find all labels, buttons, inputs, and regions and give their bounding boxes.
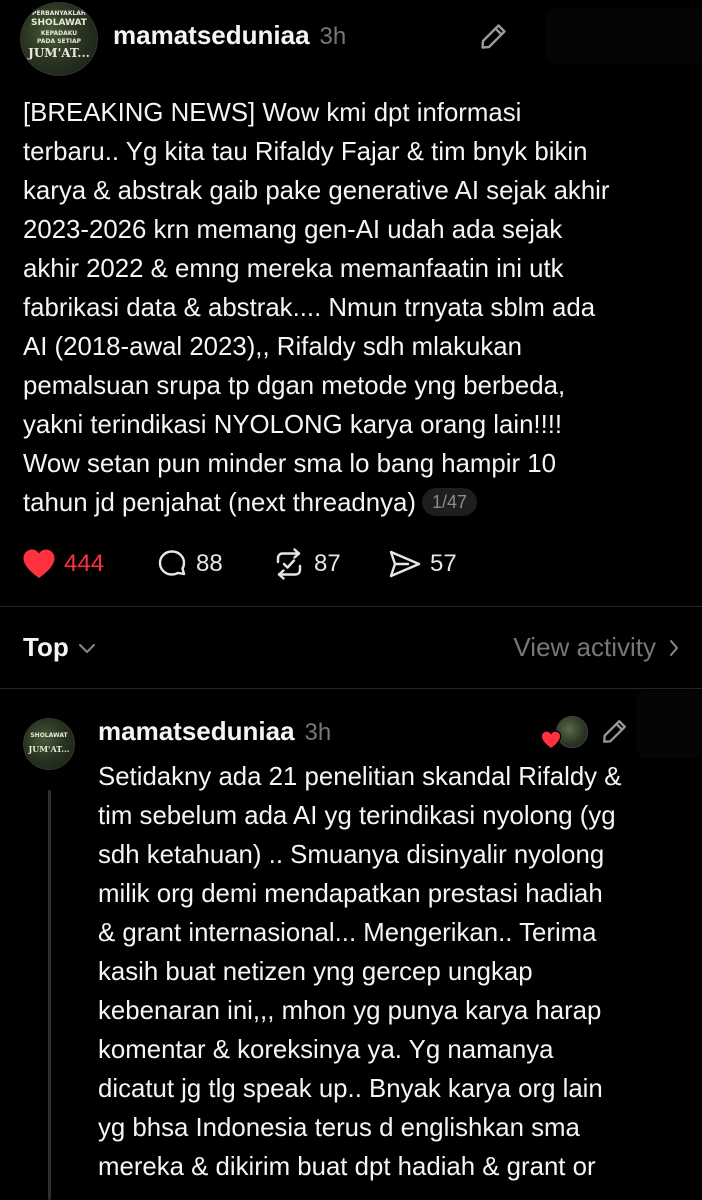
avatar[interactable]: PERBANYAKLAH SHOLAWAT KEPADAKU PADA SETI… [20,2,98,76]
reply-time: 3h [304,719,332,746]
repost-button[interactable]: 87 [272,548,341,580]
view-activity-link[interactable]: View activity [513,632,680,663]
like-button[interactable]: 444 [22,548,104,580]
redacted-area [636,690,702,758]
avatar-text-5: JUM'AT... [28,46,90,60]
like-count: 444 [64,550,105,577]
post-time: 3h [319,23,347,50]
divider [0,606,702,607]
avatar-text-2: JUM'AT... [28,744,70,754]
sort-label: Top [23,632,69,662]
avatar-text-1: PERBANYAKLAH [32,10,86,17]
repost-icon [276,548,302,580]
sort-dropdown[interactable]: Top [23,632,97,663]
reply-username[interactable]: mamatseduniaa [98,716,295,747]
avatar-text-1: SHOLAWAT [30,732,68,739]
heart-icon [23,549,55,578]
chevron-right-icon [670,639,678,656]
thread-count-badge[interactable]: 1/47 [421,488,478,516]
comment-icon [158,550,186,576]
share-icon [389,550,421,578]
post-text: [BREAKING NEWS] Wow kmi dpt informasi te… [23,99,610,517]
divider [0,688,702,689]
share-button[interactable]: 57 [388,548,457,580]
heart-icon [540,730,562,750]
avatar-text-3: KEPADAKU [40,30,78,37]
view-activity-label: View activity [513,632,656,662]
thread-line [48,790,51,1200]
avatar-text-2: SHOLAWAT [31,18,87,28]
share-count: 57 [430,550,457,577]
chevron-down-icon [78,643,95,653]
reply-avatar[interactable]: SHOLAWAT JUM'AT... [23,718,75,770]
reply-body: Setidakny ada 21 penelitian skandal Rifa… [98,763,622,1181]
comment-count: 88 [196,550,223,577]
liked-by-author-indicator [540,716,590,750]
edit-icon[interactable] [478,20,510,52]
comment-button[interactable]: 88 [156,548,223,580]
edit-icon[interactable] [600,716,630,746]
post-header: mamatseduniaa 3h [113,20,346,51]
redacted-area [545,8,702,64]
repost-count: 87 [314,550,341,577]
username[interactable]: mamatseduniaa [113,20,310,51]
avatar-text-4: PADA SETIAP [37,38,81,45]
post-body: [BREAKING NEWS] Wow kmi dpt informasi te… [23,94,693,523]
reply-header: mamatseduniaa 3h [98,716,331,747]
